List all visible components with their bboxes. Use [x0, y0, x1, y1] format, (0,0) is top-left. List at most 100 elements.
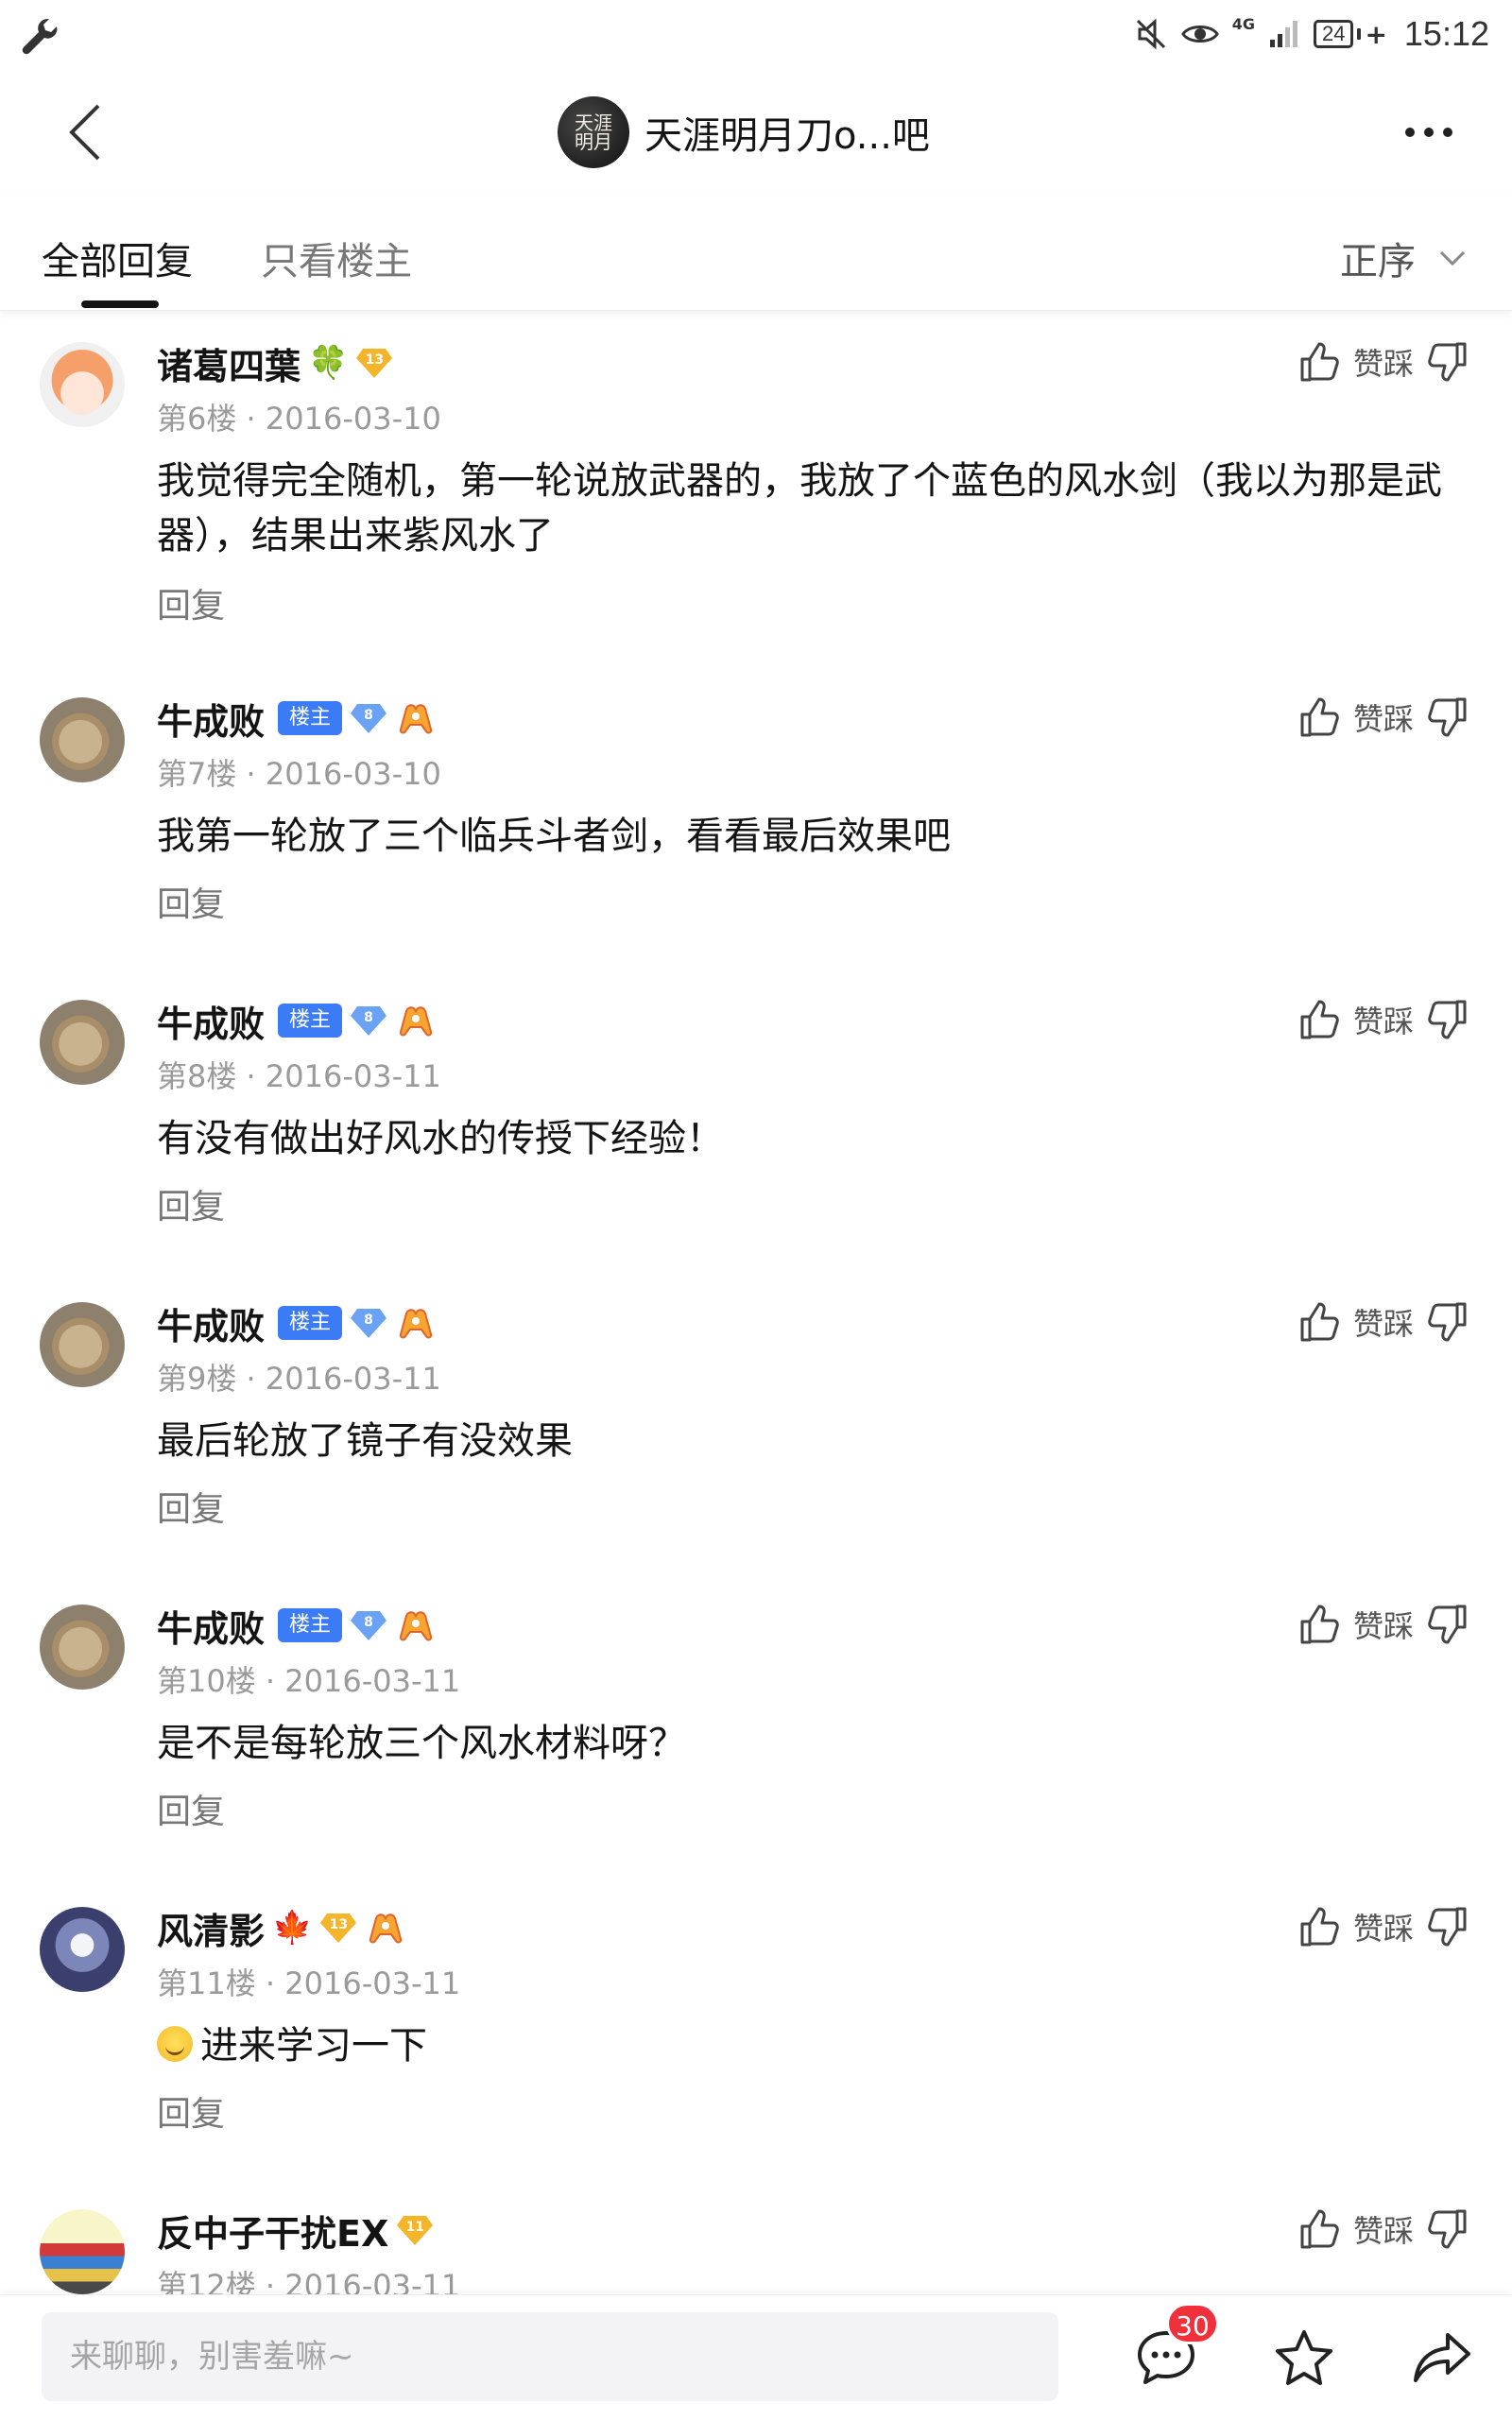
level-number: 8	[364, 1313, 373, 1328]
level-badge: 13	[355, 347, 393, 379]
wrench-icon	[22, 18, 58, 55]
vote-actions: 赞踩	[1298, 1905, 1469, 1948]
thumbs-down-icon[interactable]	[1427, 1905, 1469, 1948]
reply-link[interactable]: 回复	[157, 1784, 225, 1833]
clock: 15:12	[1403, 14, 1489, 53]
reply-link[interactable]: 回复	[157, 2086, 225, 2136]
status-bar: 4G 24 + 15:12	[0, 0, 1512, 68]
vote-label: 赞踩	[1352, 1004, 1414, 1039]
post-date: 2016-03-11	[284, 1965, 461, 2001]
thumbs-up-icon[interactable]	[1298, 340, 1340, 384]
post-date: 2016-03-11	[284, 1663, 461, 1699]
reply-list: 诸葛四葉 🍀 13 第6楼 · 2016-03-10 我觉得完全随机，第一轮说放…	[0, 312, 1512, 2311]
comment-count-badge: 30	[1166, 2303, 1219, 2344]
username[interactable]: 风清影	[157, 1902, 265, 1954]
username[interactable]: 牛成败	[157, 1600, 265, 1652]
favorite-button[interactable]	[1268, 2322, 1340, 2394]
sort-dropdown[interactable]: 正序	[1340, 231, 1467, 285]
thumbs-up-icon[interactable]	[1298, 695, 1340, 739]
level-number: 8	[364, 1010, 373, 1025]
floor-number: 第9楼	[157, 1361, 237, 1397]
reply-link[interactable]: 回复	[157, 1482, 225, 1531]
vote-label: 赞踩	[1352, 1608, 1414, 1644]
thumbs-up-icon[interactable]	[1298, 1300, 1340, 1344]
username[interactable]: 牛成败	[157, 1297, 265, 1349]
back-arrow-icon	[69, 104, 100, 161]
thumbs-down-icon[interactable]	[1427, 1300, 1469, 1344]
forum-title[interactable]: 天涯明月 天涯明月刀o...吧	[558, 94, 930, 170]
status-icons: 4G 24 + 15:12	[1134, 11, 1489, 57]
avatar[interactable]	[40, 1302, 125, 1387]
reply-link[interactable]: 回复	[157, 578, 225, 627]
share-icon	[1414, 2333, 1470, 2382]
avatar[interactable]	[40, 1000, 125, 1085]
reply-tabs: 全部回复 只看楼主 正序	[0, 197, 1512, 311]
reply-item: 风清影 🍁 13 第11楼 · 2016-03-11 进来学习一下 回复 赞踩	[0, 1877, 1512, 2179]
floor-number: 第10楼	[157, 1663, 256, 1699]
meta-separator: ·	[246, 1058, 266, 1094]
post-meta: 第11楼 · 2016-03-11	[157, 1960, 460, 2003]
mute-icon	[1136, 18, 1165, 50]
reply-item: 牛成败 楼主 8 第9楼 · 2016-03-11 最后轮放了镜子有没效果 回复…	[0, 1272, 1512, 1574]
post-meta: 第6楼 · 2016-03-10	[157, 395, 441, 438]
vote-label: 赞踩	[1352, 2213, 1414, 2249]
comment-input[interactable]	[42, 2312, 1058, 2401]
post-content: 有没有做出好风水的传授下经验！	[157, 1117, 724, 1160]
thumbs-up-icon[interactable]	[1298, 1603, 1340, 1646]
thumbs-down-icon[interactable]	[1427, 2207, 1469, 2251]
level-badge: 8	[350, 702, 387, 734]
thumbs-down-icon[interactable]	[1427, 695, 1469, 739]
share-button[interactable]	[1406, 2322, 1478, 2394]
avatar[interactable]	[40, 1907, 125, 1992]
post-content: 我觉得完全随机，第一轮说放武器的，我放了个蓝色的风水剑（我以为那是武器），结果出…	[157, 459, 1442, 558]
level-number: 8	[364, 708, 373, 723]
meta-separator: ·	[246, 1361, 266, 1397]
back-button[interactable]	[47, 94, 123, 170]
username[interactable]: 诸葛四葉	[157, 337, 301, 389]
username[interactable]: 牛成败	[157, 995, 265, 1047]
thumbs-down-icon[interactable]	[1427, 998, 1469, 1041]
reply-item: 牛成败 楼主 8 第7楼 · 2016-03-10 我第一轮放了三个临兵斗者剑，…	[0, 667, 1512, 970]
thumbs-down-icon[interactable]	[1427, 340, 1469, 384]
post-meta: 第10楼 · 2016-03-11	[157, 1657, 460, 1701]
thumbs-down-icon[interactable]	[1427, 1603, 1469, 1646]
vote-actions: 赞踩	[1298, 1300, 1469, 1344]
avatar[interactable]	[40, 2209, 125, 2294]
avatar[interactable]	[40, 697, 125, 782]
level-badge: 8	[350, 1307, 387, 1339]
post-meta: 第9楼 · 2016-03-11	[157, 1355, 441, 1399]
owner-badge: 楼主	[278, 1306, 343, 1340]
floor-number: 第7楼	[157, 756, 237, 792]
thumbs-up-icon[interactable]	[1298, 998, 1340, 1041]
avatar[interactable]	[40, 342, 125, 427]
smile-emoji-icon	[157, 2026, 193, 2062]
floor-number: 第8楼	[157, 1058, 237, 1094]
gamepad-icon	[399, 1611, 433, 1641]
post-date: 2016-03-10	[265, 401, 441, 437]
tab-all-replies[interactable]: 全部回复	[42, 231, 193, 285]
thumbs-up-icon[interactable]	[1298, 2207, 1340, 2251]
more-button[interactable]	[1391, 102, 1467, 163]
tab-owner-only[interactable]: 只看楼主	[261, 231, 412, 285]
user-line: 诸葛四葉 🍀 13	[157, 338, 393, 387]
post-meta: 第8楼 · 2016-03-11	[157, 1053, 441, 1096]
post-date: 2016-03-11	[265, 1361, 441, 1397]
meta-separator: ·	[265, 1663, 285, 1699]
maple-leaf-icon: 🍁	[272, 1909, 313, 1947]
comments-button[interactable]: 30	[1130, 2303, 1219, 2394]
vote-label: 赞踩	[1352, 1306, 1414, 1342]
username[interactable]: 牛成败	[157, 693, 265, 745]
reply-item: 牛成败 楼主 8 第10楼 · 2016-03-11 是不是每轮放三个风水材料呀…	[0, 1574, 1512, 1877]
user-line: 风清影 🍁 13	[157, 1903, 406, 1952]
username[interactable]: 反中子干扰EX	[157, 2205, 388, 2257]
vote-label: 赞踩	[1352, 1911, 1414, 1947]
reply-link[interactable]: 回复	[157, 1179, 225, 1228]
reply-link[interactable]: 回复	[157, 877, 225, 926]
post-content: 最后轮放了镜子有没效果	[157, 1419, 573, 1463]
eye-icon	[1180, 26, 1219, 43]
post-date: 2016-03-11	[265, 1058, 441, 1094]
thumbs-up-icon[interactable]	[1298, 1905, 1340, 1948]
chevron-down-icon	[1439, 250, 1466, 266]
avatar[interactable]	[40, 1605, 125, 1690]
vote-actions: 赞踩	[1298, 1603, 1469, 1646]
